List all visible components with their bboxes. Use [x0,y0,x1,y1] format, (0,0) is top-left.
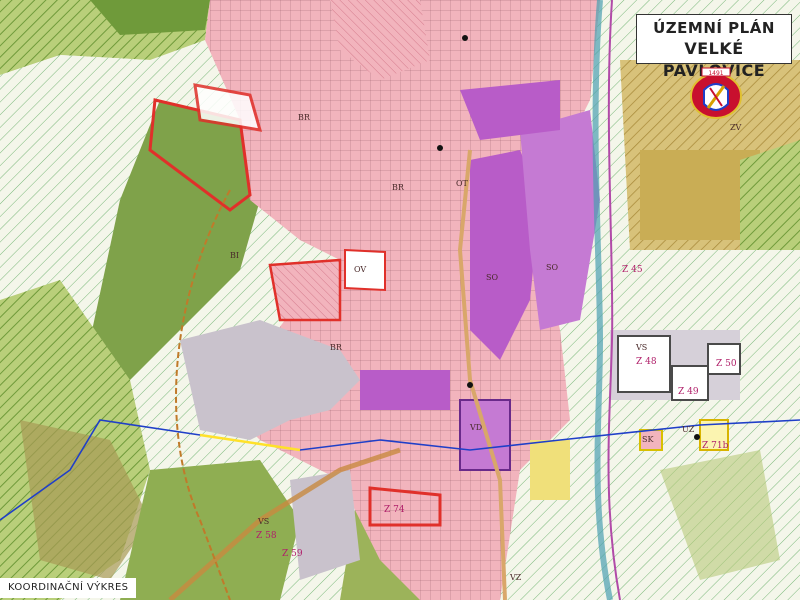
zone-label-bi: BI [230,251,239,260]
zone-label-zv: ZV [730,123,742,132]
zone-label-so-2: SO [546,263,558,272]
map-title-box: ÚZEMNÍ PLÁN VELKÉ PAVLOVICE [636,14,792,80]
zone-label-br-2: BR [392,183,405,192]
proposal-label-z45: Z 45 [622,265,643,275]
crest-year: 1491 [708,70,723,77]
marker-center-1 [437,145,443,151]
map-caption: KOORDINAČNÍ VÝKRES [0,578,137,598]
proposal-label-z49: Z 49 [678,387,699,397]
zone-label-vs-2: VS [257,517,269,526]
civic-zone-south [360,370,450,410]
zone-label-ot: OT [456,179,469,188]
marker-east [694,434,700,440]
marker-church [462,35,468,41]
production-zone-south [290,470,360,580]
proposal-label-z50: Z 50 [716,359,737,369]
zone-label-ov: OV [354,265,366,274]
proposal-label-z58: Z 58 [256,531,277,541]
town-crest-icon: 1491 [690,67,742,119]
zone-label-br-1: BR [298,113,311,122]
zone-label-sk: SK [642,435,654,444]
zone-label-uz: UZ [682,425,695,434]
marker-center-2 [467,382,473,388]
proposal-label-z59: Z 59 [282,549,303,559]
proposal-label-z74: Z 74 [384,505,405,515]
proposal-label-z48: Z 48 [636,357,657,367]
zone-label-br-3: BR [330,343,343,352]
zone-label-vz: VZ [509,573,522,582]
proposal-outline-bh [268,258,342,322]
zone-label-vd: VD [469,423,482,432]
map-canvas[interactable]: BR BR BR OV SO SO OT VS VS VD SK UZ ZV B… [0,0,800,600]
zone-yellow-sport [530,440,570,500]
zone-label-so-1: SO [486,273,498,282]
proposal-label-z71b: Z 71b [702,441,729,451]
zone-label-vs-1: VS [635,343,647,352]
map-title-line1: ÚZEMNÍ PLÁN [653,19,775,37]
